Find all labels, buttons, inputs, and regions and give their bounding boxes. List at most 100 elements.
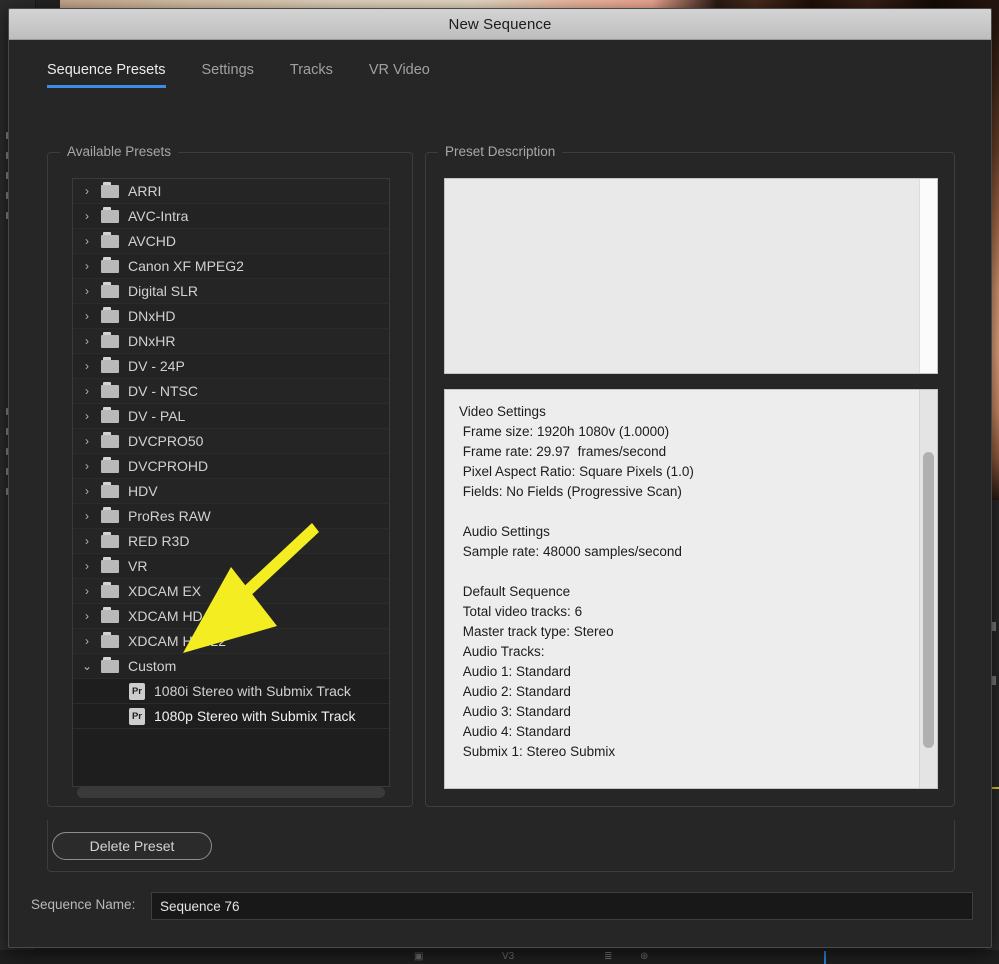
folder-icon (101, 506, 119, 523)
chevron-right-icon[interactable]: › (73, 534, 101, 548)
preset-tree-row[interactable]: › XDCAM HD422 (73, 629, 389, 654)
preset-tree[interactable]: › ARRI › AVC-Intra › AVCHD › Canon XF MPEG2 › Dig… (72, 178, 390, 787)
folder-icon (101, 231, 119, 248)
preset-tree-row-label: XDCAM HD422 (128, 633, 227, 649)
timeline-icon-1: V3 (502, 951, 515, 962)
preset-tree-row-label: ProRes RAW (128, 508, 211, 524)
folder-icon (101, 456, 119, 473)
chevron-right-icon[interactable]: › (73, 459, 101, 473)
chevron-right-icon[interactable]: › (73, 259, 101, 273)
preset-tree-row[interactable]: › XDCAM HD (73, 604, 389, 629)
folder-icon (101, 356, 119, 373)
preset-tree-row-label: Digital SLR (128, 283, 199, 299)
preset-tree-row-label: DNxHD (128, 308, 176, 324)
folder-icon (101, 281, 119, 298)
preset-preview-image (444, 178, 938, 374)
folder-icon (101, 531, 119, 548)
preset-tree-row[interactable]: › DV - PAL (73, 404, 389, 429)
preset-tree-row-label: Canon XF MPEG2 (128, 258, 244, 274)
preset-tree-row[interactable]: › XDCAM EX (73, 579, 389, 604)
folder-icon (101, 431, 119, 448)
preset-tree-row[interactable]: › Digital SLR (73, 279, 389, 304)
preset-tree-row-label: XDCAM EX (128, 583, 202, 599)
preset-tree-row[interactable]: › HDV (73, 479, 389, 504)
chevron-right-icon[interactable]: › (73, 284, 101, 298)
folder-icon (101, 181, 119, 198)
new-sequence-dialog: New Sequence Sequence Presets Settings T… (8, 8, 992, 948)
premiere-preset-icon: Pr (129, 707, 145, 725)
folder-icon (101, 656, 119, 673)
sequence-name-row: Sequence Name: (9, 892, 991, 922)
preset-description-scroll-thumb[interactable] (923, 452, 934, 748)
preset-tree-row[interactable]: › ProRes RAW (73, 504, 389, 529)
chevron-right-icon[interactable]: › (73, 609, 101, 623)
preset-description-label: Preset Description (438, 144, 563, 159)
preset-tree-row-label: DVCPROHD (128, 458, 209, 474)
chevron-right-icon[interactable]: › (73, 334, 101, 348)
dialog-title: New Sequence (448, 15, 552, 33)
chevron-right-icon[interactable]: › (73, 634, 101, 648)
preset-tree-row-label: DV - NTSC (128, 383, 198, 399)
chevron-right-icon[interactable]: › (73, 309, 101, 323)
preset-preview-scrollbar[interactable] (919, 179, 937, 373)
chevron-right-icon[interactable]: › (73, 559, 101, 573)
folder-icon (101, 206, 119, 223)
chevron-right-icon[interactable]: › (73, 184, 101, 198)
chevron-right-icon[interactable]: › (73, 409, 101, 423)
preset-tree-row[interactable]: › DNxHD (73, 304, 389, 329)
chevron-right-icon[interactable]: › (73, 484, 101, 498)
preset-tree-horizontal-scrollbar[interactable] (77, 787, 385, 798)
preset-tree-row[interactable]: Pr 1080i Stereo with Submix Track (73, 679, 389, 704)
sequence-name-label: Sequence Name: (31, 897, 136, 912)
preset-tree-row[interactable]: › ARRI (73, 179, 389, 204)
chevron-right-icon[interactable]: › (73, 209, 101, 223)
chevron-right-icon[interactable]: › (73, 359, 101, 373)
preset-tree-row[interactable]: Pr 1080p Stereo with Submix Track (73, 704, 389, 729)
delete-preset-button[interactable]: Delete Preset (52, 832, 212, 860)
preset-tree-row[interactable]: › AVCHD (73, 229, 389, 254)
background-playhead (824, 951, 826, 964)
preset-tree-row-label: HDV (128, 483, 158, 499)
preset-tree-row-label: AVC-Intra (128, 208, 189, 224)
preset-tree-row[interactable]: › DVCPRO50 (73, 429, 389, 454)
preset-tree-row[interactable]: › DV - 24P (73, 354, 389, 379)
preset-description-scroll-track[interactable] (919, 390, 937, 788)
preset-tree-row-label: VR (128, 558, 148, 574)
folder-icon (101, 581, 119, 598)
folder-icon (101, 306, 119, 323)
preset-tree-row-label: DVCPRO50 (128, 433, 204, 449)
available-presets-group: Available Presets › ARRI › AVC-Intra › AVCHD ›… (47, 144, 413, 807)
delete-preset-group: Delete Preset (47, 820, 955, 872)
sequence-name-input[interactable] (151, 892, 973, 920)
chevron-right-icon[interactable]: › (73, 384, 101, 398)
preset-tree-row-label: RED R3D (128, 533, 190, 549)
folder-icon (101, 381, 119, 398)
chevron-right-icon[interactable]: › (73, 509, 101, 523)
premiere-preset-icon: Pr (129, 682, 145, 700)
chevron-right-icon[interactable]: › (73, 584, 101, 598)
chevron-right-icon[interactable]: › (73, 434, 101, 448)
chevron-right-icon[interactable]: › (73, 234, 101, 248)
preset-tree-row-label: ARRI (128, 183, 162, 199)
preset-tree-row-label: AVCHD (128, 233, 176, 249)
chevron-down-icon[interactable]: ⌄ (73, 659, 101, 673)
tab-settings[interactable]: Settings (202, 62, 254, 88)
folder-icon (101, 606, 119, 623)
folder-icon (101, 406, 119, 423)
preset-tree-row[interactable]: › DVCPROHD (73, 454, 389, 479)
timeline-icon-3: ⊕ (640, 951, 649, 962)
tab-bar: Sequence Presets Settings Tracks VR Vide… (47, 62, 955, 94)
tab-tracks[interactable]: Tracks (290, 62, 333, 88)
tab-sequence-presets[interactable]: Sequence Presets (47, 62, 166, 88)
preset-tree-row[interactable]: › AVC-Intra (73, 204, 389, 229)
preset-description-text: Video Settings Frame size: 1920h 1080v (… (459, 404, 694, 759)
preset-tree-row[interactable]: ⌄ Custom (73, 654, 389, 679)
tab-vr-video[interactable]: VR Video (369, 62, 430, 88)
available-presets-label: Available Presets (60, 144, 179, 159)
preset-description-group: Preset Description Video Settings Frame … (425, 144, 955, 807)
preset-tree-row[interactable]: › VR (73, 554, 389, 579)
preset-tree-row[interactable]: › DNxHR (73, 329, 389, 354)
preset-tree-row[interactable]: › RED R3D (73, 529, 389, 554)
preset-tree-row[interactable]: › DV - NTSC (73, 379, 389, 404)
preset-tree-row[interactable]: › Canon XF MPEG2 (73, 254, 389, 279)
